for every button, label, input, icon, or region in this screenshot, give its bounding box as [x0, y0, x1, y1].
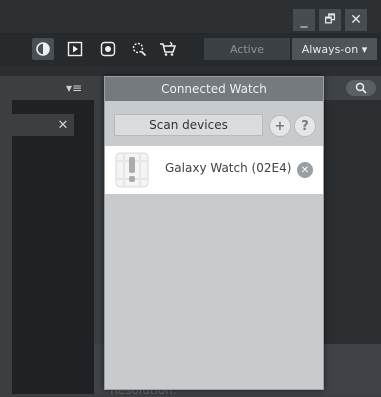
help-button[interactable]: ? — [294, 115, 316, 137]
zoom-icon — [132, 42, 147, 57]
clear-icon: ✕ — [57, 117, 69, 133]
plus-icon: + — [274, 118, 286, 134]
device-name: Galaxy Watch (02E4) — [165, 161, 292, 175]
bottom-panel-right — [321, 344, 381, 394]
add-device-button[interactable]: + — [269, 115, 291, 137]
play-button[interactable] — [64, 38, 86, 60]
watch-warning-icon — [115, 152, 149, 188]
record-icon — [100, 41, 116, 57]
record-button[interactable] — [97, 38, 119, 60]
help-icon: ? — [301, 118, 309, 134]
title-bar: _ 🗗 ✕ — [0, 0, 381, 33]
scan-devices-label: Scan devices — [149, 118, 228, 132]
close-icon: ✕ — [350, 12, 362, 28]
toolbar: Active Always-on ▾ — [0, 33, 381, 66]
zoom-button[interactable] — [128, 38, 150, 60]
device-list-item[interactable]: Galaxy Watch (02E4) ✕ — [105, 146, 323, 194]
mode-always-on-label: Always-on ▾ — [301, 42, 368, 56]
minimize-icon: _ — [300, 12, 308, 28]
play-icon — [67, 41, 83, 57]
cart-button[interactable] — [157, 38, 179, 60]
popup-title: Connected Watch — [105, 77, 323, 101]
display-mode-icon — [36, 42, 50, 56]
minimize-button[interactable]: _ — [293, 9, 315, 31]
menu-icon: ▾≡ — [65, 81, 83, 95]
display-mode-button[interactable] — [32, 38, 54, 60]
mode-active-button[interactable]: Active — [204, 38, 290, 60]
restore-button[interactable]: 🗗 — [319, 9, 341, 31]
remove-device-button[interactable]: ✕ — [297, 162, 313, 178]
mode-active-label: Active — [229, 42, 265, 56]
mode-always-on-dropdown[interactable]: Always-on ▾ — [292, 38, 377, 60]
scan-devices-button[interactable]: Scan devices — [114, 114, 263, 136]
connected-watch-popup: Connected Watch Scan devices + ? Galaxy … — [104, 76, 324, 390]
left-panel-menu-button[interactable]: ▾≡ — [62, 80, 86, 96]
search-icon — [355, 82, 367, 94]
remove-icon: ✕ — [300, 164, 310, 176]
search-button[interactable] — [346, 80, 376, 96]
close-button[interactable]: ✕ — [345, 9, 367, 31]
toolbar-divider — [0, 66, 381, 76]
restore-icon: 🗗 — [324, 11, 336, 26]
left-panel-clear-button[interactable]: ✕ — [52, 114, 74, 136]
cart-icon — [160, 41, 177, 56]
